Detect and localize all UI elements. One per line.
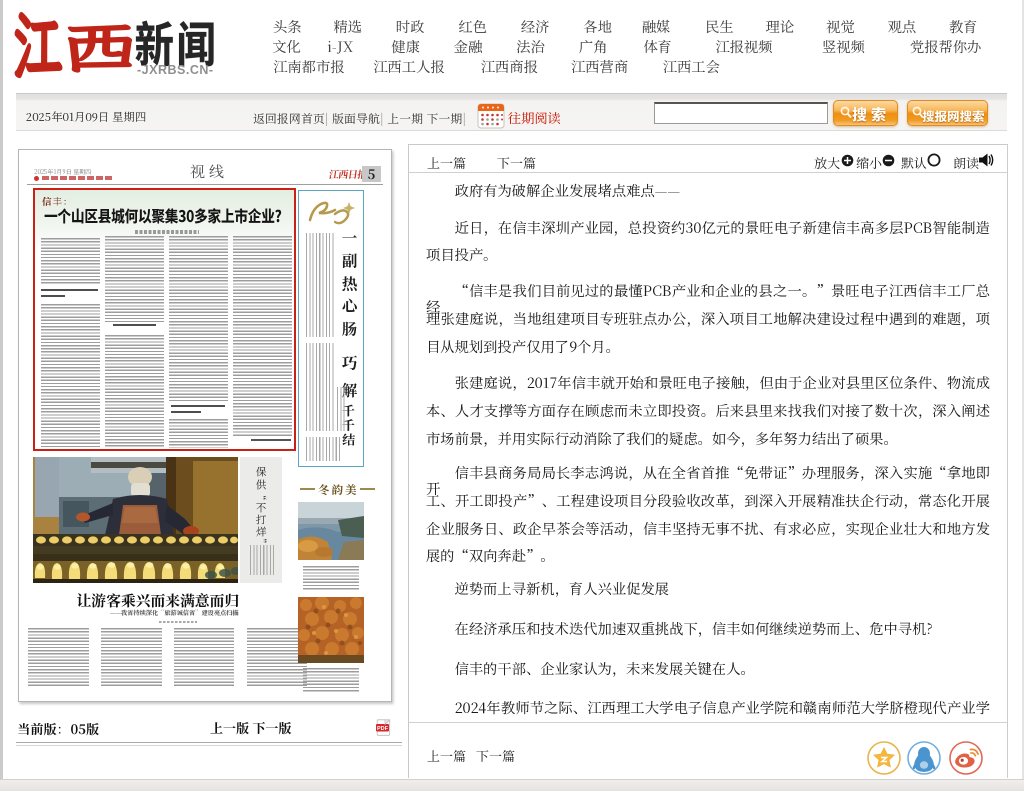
svg-text:PDF: PDF: [377, 726, 389, 732]
